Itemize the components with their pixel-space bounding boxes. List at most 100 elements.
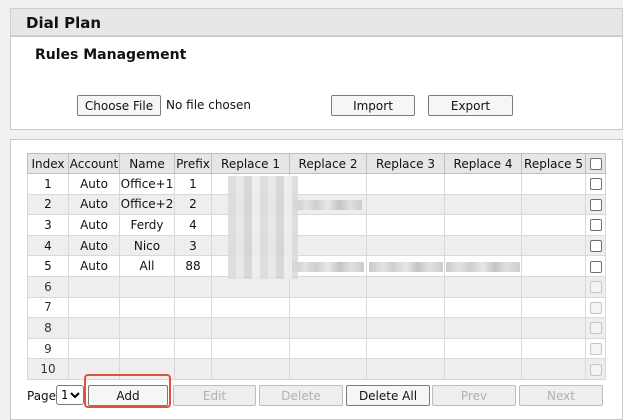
cell-replace-2 [289,193,367,216]
cell-name: Nico [119,234,175,257]
column-header: Replace 3 [366,153,445,174]
select-all-cell[interactable] [585,153,606,174]
cell-account: Auto [68,173,120,195]
cell-replace-2 [289,214,367,236]
cell-select[interactable] [585,193,606,216]
column-header: Replace 1 [211,153,290,174]
row-checkbox[interactable] [589,219,602,232]
cell-replace-3 [366,214,445,236]
edit-button[interactable]: Edit [173,385,256,406]
cell-select [585,358,606,380]
page-header: Dial Plan [10,8,623,36]
cell-index: 10 [27,358,69,380]
cell-prefix: 2 [174,193,212,216]
cell-replace-5 [521,193,586,216]
section-title: Rules Management [35,47,187,63]
cell-index: 3 [27,214,69,236]
cell-replace-2 [289,255,367,277]
cell-select[interactable] [585,234,606,257]
cell-replace-5 [521,214,586,236]
cell-prefix: 3 [174,234,212,257]
cell-index: 6 [27,275,69,298]
cell-account: Auto [68,214,120,236]
row-checkbox [589,363,602,376]
import-button[interactable]: Import [331,95,415,116]
redacted-value [446,261,520,272]
cell-index: 5 [27,255,69,277]
row-checkbox [589,281,602,294]
cell-replace-5 [521,173,586,195]
prev-button[interactable]: Prev [432,385,516,406]
cell-index: 8 [27,317,69,339]
cell-replace-2 [289,173,367,195]
table-row: 6 [27,275,606,298]
cell-select [585,296,606,319]
cell-replace-4 [444,193,522,216]
cell-prefix: 4 [174,214,212,236]
next-button[interactable]: Next [519,385,603,406]
cell-name: All [119,255,175,277]
column-header: Account [68,153,120,174]
redacted-value [368,261,443,272]
cell-name: Office+1 [119,173,175,195]
cell-select [585,275,606,298]
cell-index: 2 [27,193,69,216]
table-row: 7 [27,296,606,319]
page-select[interactable]: 1 [56,385,84,405]
row-checkbox [589,301,602,314]
add-button[interactable]: Add [88,385,168,406]
table-row[interactable]: 3 Auto Ferdy 4 [27,214,606,236]
cell-select[interactable] [585,255,606,277]
column-header: Replace 2 [289,153,367,174]
column-header: Prefix [174,153,212,174]
cell-prefix: 88 [174,255,212,277]
cell-replace-3 [366,173,445,195]
export-button[interactable]: Export [428,95,513,116]
cell-index: 1 [27,173,69,195]
row-checkbox[interactable] [589,178,602,191]
redacted-value [294,199,362,210]
cell-replace-4 [444,234,522,257]
table-row: 10 [27,358,606,380]
row-checkbox[interactable] [589,198,602,211]
table-row: 8 [27,317,606,339]
cell-account: Auto [68,234,120,257]
cell-replace-3 [366,193,445,216]
table-header-row: Index Account Name Prefix Replace 1 Repl… [27,153,606,174]
table-row[interactable]: 5 Auto All 88 [27,255,606,277]
choose-file-button[interactable]: Choose File [77,95,161,116]
rules-table-panel: Index Account Name Prefix Replace 1 Repl… [10,139,623,420]
cell-index: 4 [27,234,69,257]
cell-replace-4 [444,214,522,236]
table-row[interactable]: 2 Auto Office+2 2 [27,193,606,216]
cell-replace-4 [444,255,522,277]
row-checkbox [589,343,602,356]
dial-plan-table: Index Account Name Prefix Replace 1 Repl… [27,153,606,380]
row-checkbox [589,322,602,335]
row-checkbox[interactable] [589,260,602,273]
cell-replace-2 [289,234,367,257]
cell-replace-4 [444,173,522,195]
cell-replace-5 [521,255,586,277]
cell-select[interactable] [585,214,606,236]
column-header: Replace 4 [444,153,522,174]
cell-replace-5 [521,234,586,257]
row-checkbox[interactable] [589,240,602,253]
redacted-values-block [228,176,298,279]
table-row[interactable]: 4 Auto Nico 3 [27,234,606,257]
cell-replace-3 [366,234,445,257]
column-header: Replace 5 [521,153,586,174]
cell-select [585,337,606,360]
cell-account: Auto [68,193,120,216]
cell-name: Ferdy [119,214,175,236]
page-title: Dial Plan [26,14,102,32]
cell-prefix: 1 [174,173,212,195]
column-header: Index [27,153,69,174]
file-status-text: No file chosen [166,98,252,112]
cell-select[interactable] [585,173,606,195]
select-all-checkbox[interactable] [589,158,602,170]
delete-button[interactable]: Delete [259,385,343,406]
delete-all-button[interactable]: Delete All [346,385,430,406]
table-row[interactable]: 1 Auto Office+1 1 [27,173,606,195]
cell-index: 7 [27,296,69,319]
